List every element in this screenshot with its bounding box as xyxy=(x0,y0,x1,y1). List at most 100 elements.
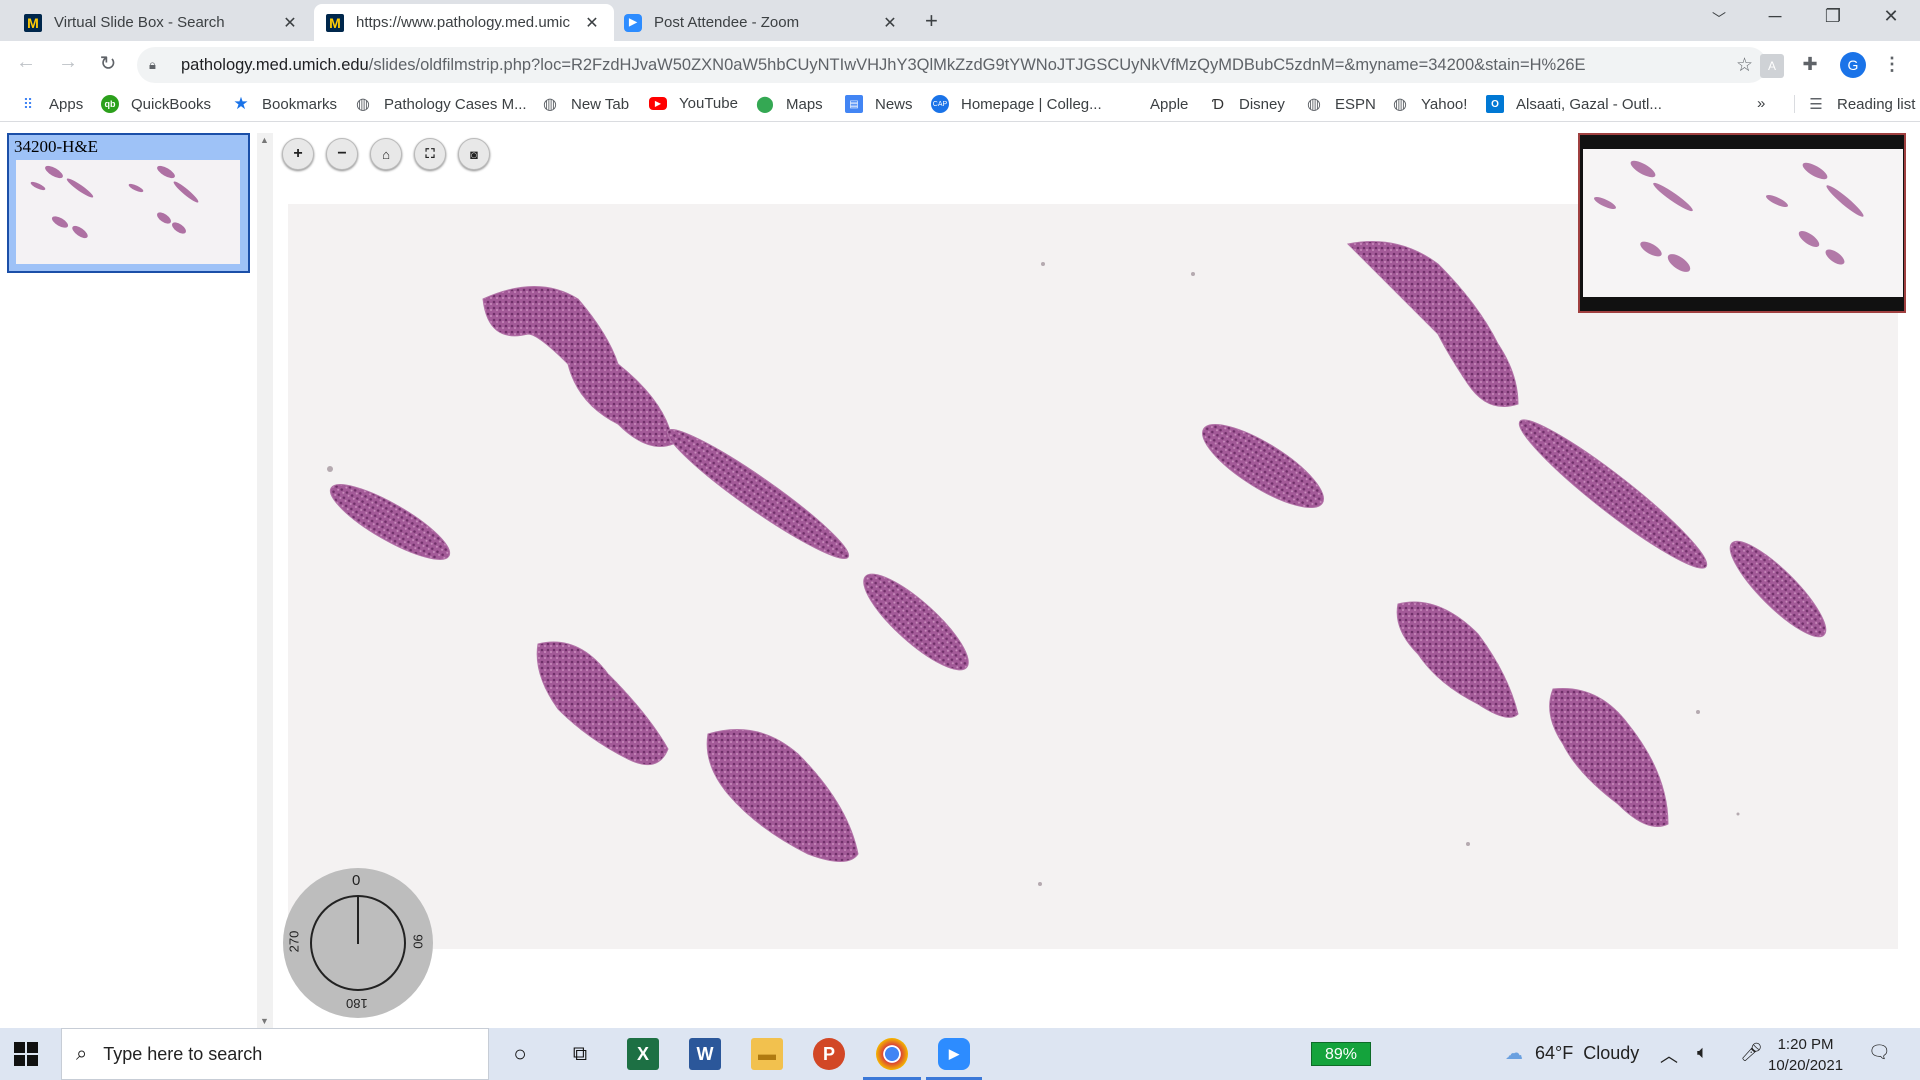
tab-search-chevron-icon[interactable]: ﹀ xyxy=(1696,9,1742,29)
cloud-icon: ☁ xyxy=(1505,1043,1523,1063)
minimize-button[interactable]: ─ xyxy=(1752,6,1798,27)
slide-thumbnail[interactable] xyxy=(16,160,240,264)
apps-grid-icon: ⠿ xyxy=(22,95,34,112)
microphone-icon[interactable]: 🎤︎ xyxy=(1740,1042,1763,1063)
minus-icon: − xyxy=(337,145,347,162)
apple-icon xyxy=(1120,95,1138,113)
notifications-icon[interactable]: 🗨︎ xyxy=(1868,1042,1891,1063)
reading-list-button[interactable]: ☰ Reading list xyxy=(1794,95,1915,113)
windows-start-icon[interactable] xyxy=(14,1042,38,1066)
bookmark-outlook[interactable]: O Alsaati, Gazal - Outl... xyxy=(1486,95,1662,113)
globe-icon: ◍ xyxy=(1307,96,1321,113)
close-icon[interactable]: ✕ xyxy=(880,13,900,33)
rotation-label-0: 0 xyxy=(352,872,361,889)
chrome-icon[interactable] xyxy=(876,1038,908,1070)
scroll-down-arrow-icon[interactable]: ▼ xyxy=(260,1016,269,1026)
bookmark-new-tab[interactable]: ◍ New Tab xyxy=(541,95,629,114)
navigator-image[interactable] xyxy=(1583,149,1903,297)
globe-icon: ◍ xyxy=(1393,96,1407,113)
bookmark-bookmarks[interactable]: ★ Bookmarks xyxy=(232,94,337,113)
disney-icon: Ɗ xyxy=(1211,95,1225,113)
system-clock[interactable]: 1:20 PM 10/20/2021 xyxy=(1768,1034,1843,1076)
task-view-icon[interactable]: ⧉ xyxy=(564,1038,596,1070)
tab-virtual-slide-box[interactable]: M Virtual Slide Box - Search ✕ xyxy=(12,4,312,41)
rotation-control[interactable]: 0 90 180 270 xyxy=(283,868,433,1018)
bookmark-disney[interactable]: Ɗ Disney xyxy=(1209,95,1285,113)
url-text[interactable]: pathology.med.umich.edu/slides/oldfilmst… xyxy=(181,56,1586,75)
tab-title: https://www.pathology.med.umic xyxy=(356,14,570,31)
navigator-tissue-image xyxy=(1594,160,1864,272)
restore-button[interactable]: ❐ xyxy=(1810,6,1856,27)
lock-icon: 🔒︎ xyxy=(149,57,156,72)
tab-pathology-slide[interactable]: M https://www.pathology.med.umic ✕ xyxy=(314,4,614,41)
bookmark-apps[interactable]: ⠿ Apps xyxy=(19,95,83,113)
browser-toolbar: ← → ↻ 🔒︎ pathology.med.umich.edu/slides/… xyxy=(0,41,1920,89)
close-icon[interactable]: ✕ xyxy=(280,13,300,33)
rotation-needle[interactable] xyxy=(357,896,359,944)
umich-m-icon: M xyxy=(24,13,42,32)
close-icon[interactable]: ✕ xyxy=(582,13,602,33)
histology-tissue-image xyxy=(327,241,1827,886)
reading-list-icon: ☰ xyxy=(1809,96,1823,113)
bookmarks-overflow-chevron[interactable]: » xyxy=(1757,95,1765,112)
home-button[interactable]: ⌂ xyxy=(370,138,402,170)
home-icon: ⌂ xyxy=(382,146,390,162)
cortana-icon[interactable]: ○ xyxy=(504,1038,536,1070)
fullscreen-button[interactable]: ⛶ xyxy=(414,138,446,170)
tab-zoom[interactable]: ▶ Post Attendee - Zoom ✕ xyxy=(612,4,912,41)
rotation-label-180: 180 xyxy=(346,996,368,1011)
globe-icon: ◍ xyxy=(543,96,557,113)
tray-chevron-icon[interactable]: ︿ xyxy=(1660,1042,1678,1068)
slide-viewer-page: 34200-H&E ▲ ▼ + − ⌂ ⛶ ◙ 0 90 180 270 xyxy=(0,122,1920,1028)
quickbooks-icon: qb xyxy=(101,95,119,113)
taskbar-search-input[interactable]: ⌕ Type here to search xyxy=(61,1028,489,1080)
new-tab-button[interactable]: + xyxy=(925,8,938,34)
scroll-up-arrow-icon[interactable]: ▲ xyxy=(260,135,269,145)
profile-avatar[interactable]: G xyxy=(1840,52,1866,78)
slide-thumbnail-image xyxy=(30,165,199,239)
tab-title: Post Attendee - Zoom xyxy=(654,14,800,31)
zoom-icon: ▶ xyxy=(624,13,642,32)
slide-image-canvas[interactable] xyxy=(288,204,1898,949)
zoom-out-button[interactable]: − xyxy=(326,138,358,170)
bookmark-youtube[interactable]: ▶ YouTube xyxy=(649,95,738,112)
battery-indicator[interactable]: 89% xyxy=(1311,1042,1371,1066)
excel-icon[interactable]: X xyxy=(627,1038,659,1070)
windows-taskbar: ⌕ Type here to search ○ ⧉ X W ▬ P ▶ 89% … xyxy=(0,1028,1920,1080)
slide-label: 34200-H&E xyxy=(14,137,99,156)
weather-widget[interactable]: ☁ 64°F Cloudy xyxy=(1505,1043,1639,1064)
rotation-label-270: 270 xyxy=(286,930,302,953)
browser-tab-strip: M Virtual Slide Box - Search ✕ M https:/… xyxy=(0,0,1920,41)
tab-title: Virtual Slide Box - Search xyxy=(54,14,225,31)
address-bar[interactable]: 🔒︎ pathology.med.umich.edu/slides/oldfil… xyxy=(137,47,1767,83)
word-icon[interactable]: W xyxy=(689,1038,721,1070)
file-explorer-icon[interactable]: ▬ xyxy=(751,1038,783,1070)
powerpoint-icon[interactable]: P xyxy=(813,1038,845,1070)
filmstrip-scrollbar[interactable]: ▲ ▼ xyxy=(257,133,273,1028)
cap-icon: CAP xyxy=(931,95,949,113)
puzzle-extensions-icon[interactable]: ✚ xyxy=(1798,54,1822,78)
back-button[interactable]: ← xyxy=(12,51,40,74)
forward-button[interactable]: → xyxy=(54,51,82,74)
fullscreen-icon: ⛶ xyxy=(425,146,435,161)
filmstrip-selected-slide[interactable]: 34200-H&E xyxy=(7,133,250,273)
navigator-overview[interactable] xyxy=(1578,133,1906,313)
bookmark-apple[interactable]: Apple xyxy=(1120,95,1188,113)
close-window-button[interactable]: ✕ xyxy=(1868,6,1914,27)
bookmark-news[interactable]: ▤ News xyxy=(845,95,913,113)
bookmark-quickbooks[interactable]: qb QuickBooks xyxy=(101,95,211,113)
bookmark-star-icon[interactable]: ☆ xyxy=(1736,54,1753,77)
reload-button[interactable]: ↻ xyxy=(94,51,122,76)
bookmark-pathology-cases[interactable]: ◍ Pathology Cases M... xyxy=(354,95,527,114)
bookmark-maps[interactable]: ⬤ Maps xyxy=(756,95,823,114)
extension-icon[interactable]: A xyxy=(1760,54,1784,78)
kebab-menu-icon[interactable]: ⋮ xyxy=(1880,54,1904,78)
zoom-in-button[interactable]: + xyxy=(282,138,314,170)
bookmark-yahoo[interactable]: ◍ Yahoo! xyxy=(1391,95,1467,114)
zoom-app-icon[interactable]: ▶ xyxy=(938,1038,970,1070)
plus-icon: + xyxy=(293,145,303,162)
volume-icon[interactable]: 🔈︎ xyxy=(1697,1042,1708,1063)
bookmark-espn[interactable]: ◍ ESPN xyxy=(1305,95,1376,114)
bookmark-homepage-college[interactable]: CAP Homepage | Colleg... xyxy=(931,95,1102,113)
snapshot-button[interactable]: ◙ xyxy=(458,138,490,170)
